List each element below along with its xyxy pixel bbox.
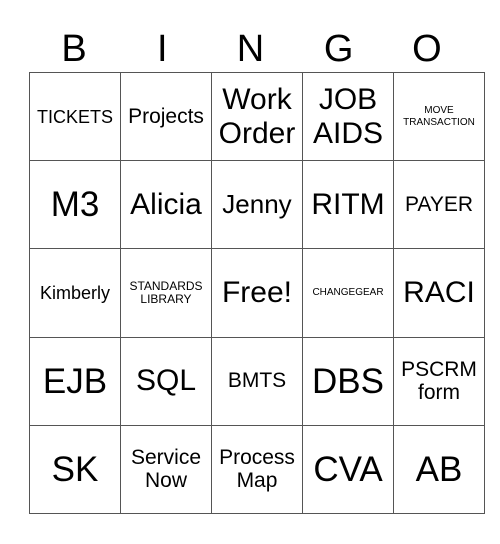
bingo-cell[interactable]: M3 [29,160,121,250]
bingo-cell[interactable]: Kimberly [29,248,121,338]
header-letter-g: G [323,28,354,70]
bingo-cell[interactable]: Alicia [120,160,212,250]
bingo-cell[interactable]: Process Map [211,424,303,515]
bingo-cell[interactable]: DBS [302,336,394,426]
bingo-cell[interactable]: STANDARDS LIBRARY [120,248,212,338]
bingo-row: Kimberly STANDARDS LIBRARY Free! CHANGEG… [29,248,485,338]
header-letter-o: O [412,28,442,70]
bingo-cell[interactable]: JOB AIDS [302,71,394,162]
bingo-row: SK Service Now Process Map CVA AB [29,424,485,515]
bingo-cell[interactable]: SK [29,424,121,515]
bingo-row: M3 Alicia Jenny RITM PAYER [29,160,485,250]
free-space-cell[interactable]: Free! [211,248,303,338]
bingo-cell[interactable]: Projects [120,71,212,162]
bingo-cell[interactable]: MOVE TRANSACTION [393,71,485,162]
bingo-cell[interactable]: RITM [302,160,394,250]
header-letter-b: B [61,28,87,70]
bingo-row: EJB SQL BMTS DBS PSCRM form [29,336,485,426]
bingo-cell[interactable]: Service Now [120,424,212,515]
bingo-card: TICKETS Projects Work Order JOB AIDS MOV… [29,71,485,515]
header-letter-n: N [236,28,265,70]
bingo-cell[interactable]: SQL [120,336,212,426]
bingo-cell[interactable]: RACI [393,248,485,338]
bingo-cell[interactable]: TICKETS [29,71,121,162]
bingo-cell[interactable]: BMTS [211,336,303,426]
bingo-cell[interactable]: Work Order [211,71,303,162]
header-letter-i: I [157,28,168,70]
bingo-row: TICKETS Projects Work Order JOB AIDS MOV… [29,71,485,162]
bingo-cell[interactable]: PSCRM form [393,336,485,426]
bingo-cell[interactable]: EJB [29,336,121,426]
bingo-cell[interactable]: Jenny [211,160,303,250]
bingo-header: B I N G O [30,26,471,72]
bingo-cell[interactable]: CVA [302,424,394,515]
bingo-cell[interactable]: CHANGEGEAR [302,248,394,338]
bingo-cell[interactable]: PAYER [393,160,485,250]
bingo-cell[interactable]: AB [393,424,485,515]
